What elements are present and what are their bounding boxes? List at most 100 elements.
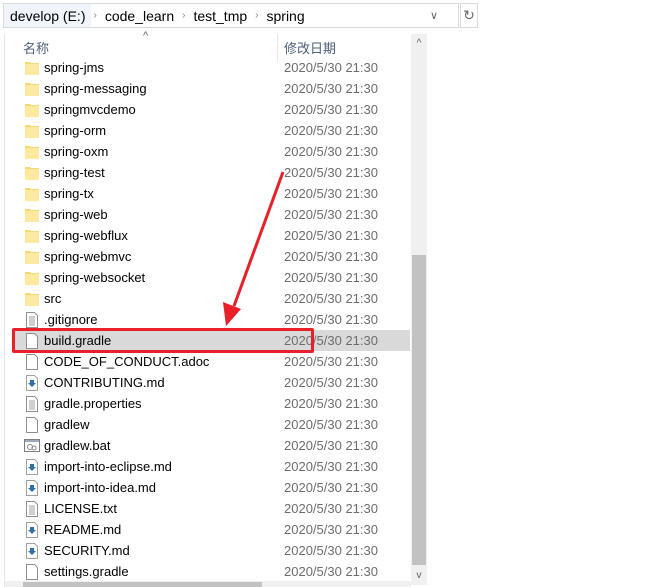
file-date: 2020/5/30 21:30: [284, 81, 378, 96]
file-row[interactable]: README.md 2020/5/30 21:30: [15, 519, 410, 540]
file-name: spring-web: [44, 207, 108, 222]
file-name: spring-webflux: [44, 228, 128, 243]
file-date: 2020/5/30 21:30: [284, 417, 378, 432]
file-name: gradlew.bat: [44, 438, 111, 453]
file-row[interactable]: import-into-eclipse.md 2020/5/30 21:30: [15, 456, 410, 477]
chevron-down-icon[interactable]: ∨: [430, 9, 438, 22]
refresh-button[interactable]: ↻: [460, 3, 478, 28]
breadcrumb-test-tmp[interactable]: test_tmp: [187, 4, 253, 27]
folder-icon: [24, 80, 40, 97]
file-md-icon: [24, 374, 40, 391]
file-row[interactable]: springmvcdemo 2020/5/30 21:30: [15, 99, 410, 120]
file-date: 2020/5/30 21:30: [284, 543, 378, 558]
highlight-box: [12, 328, 314, 353]
file-name: SECURITY.md: [44, 543, 130, 558]
folder-icon: [24, 206, 40, 223]
file-md-icon: [24, 542, 40, 559]
file-text-icon: [24, 311, 40, 328]
file-name: .gitignore: [44, 312, 98, 327]
file-row[interactable]: CONTRIBUTING.md 2020/5/30 21:30: [15, 372, 410, 393]
file-md-icon: [24, 458, 40, 475]
file-row[interactable]: spring-websocket 2020/5/30 21:30: [15, 267, 410, 288]
file-row[interactable]: gradle.properties 2020/5/30 21:30: [15, 393, 410, 414]
chevron-right-icon[interactable]: ›: [91, 10, 98, 21]
file-date: 2020/5/30 21:30: [284, 438, 378, 453]
file-row[interactable]: gradlew.bat 2020/5/30 21:30: [15, 435, 410, 456]
file-date: 2020/5/30 21:30: [284, 375, 378, 390]
file-row[interactable]: settings.gradle 2020/5/30 21:30: [15, 561, 410, 582]
file-name: spring-webmvc: [44, 249, 132, 264]
file-text-icon: [24, 500, 40, 517]
file-name: gradle.properties: [44, 396, 142, 411]
file-date: 2020/5/30 21:30: [284, 186, 378, 201]
file-date: 2020/5/30 21:30: [284, 207, 378, 222]
file-name: settings.gradle: [44, 564, 129, 579]
file-row[interactable]: spring-oxm 2020/5/30 21:30: [15, 141, 410, 162]
file-row[interactable]: .gitignore 2020/5/30 21:30: [15, 309, 410, 330]
file-md-icon: [24, 521, 40, 538]
file-date: 2020/5/30 21:30: [284, 249, 378, 264]
file-row[interactable]: spring-webmvc 2020/5/30 21:30: [15, 246, 410, 267]
file-date: 2020/5/30 21:30: [284, 102, 378, 117]
breadcrumb-code-learn[interactable]: code_learn: [99, 4, 180, 27]
pane-divider: [4, 34, 5, 587]
file-row[interactable]: spring-tx 2020/5/30 21:30: [15, 183, 410, 204]
file-name: spring-tx: [44, 186, 94, 201]
folder-icon: [24, 227, 40, 244]
breadcrumb-spring[interactable]: spring: [261, 4, 311, 27]
file-name: spring-orm: [44, 123, 107, 138]
file-date: 2020/5/30 21:30: [284, 564, 378, 579]
file-row[interactable]: SECURITY.md 2020/5/30 21:30: [15, 540, 410, 561]
file-blank-icon: [24, 563, 40, 580]
column-header-date[interactable]: 修改日期: [284, 38, 336, 57]
file-name: LICENSE.txt: [44, 501, 117, 516]
chevron-right-icon[interactable]: ›: [180, 10, 187, 21]
file-date: 2020/5/30 21:30: [284, 60, 378, 75]
file-row[interactable]: CODE_OF_CONDUCT.adoc 2020/5/30 21:30: [15, 351, 410, 372]
file-row[interactable]: spring-orm 2020/5/30 21:30: [15, 120, 410, 141]
file-row[interactable]: spring-web 2020/5/30 21:30: [15, 204, 410, 225]
file-row[interactable]: import-into-idea.md 2020/5/30 21:30: [15, 477, 410, 498]
file-row[interactable]: LICENSE.txt 2020/5/30 21:30: [15, 498, 410, 519]
file-name: spring-test: [44, 165, 105, 180]
file-date: 2020/5/30 21:30: [284, 165, 378, 180]
folder-icon: [24, 248, 40, 265]
sort-ascending-icon: ^: [143, 30, 149, 42]
file-row[interactable]: spring-webflux 2020/5/30 21:30: [15, 225, 410, 246]
file-date: 2020/5/30 21:30: [284, 459, 378, 474]
file-blank-icon: [24, 416, 40, 433]
file-text-icon: [24, 395, 40, 412]
column-header-name[interactable]: 名称: [23, 38, 49, 57]
file-row[interactable]: gradlew 2020/5/30 21:30: [15, 414, 410, 435]
file-row[interactable]: src 2020/5/30 21:30: [15, 288, 410, 309]
chevron-right-icon[interactable]: ›: [253, 10, 260, 21]
file-name: CONTRIBUTING.md: [44, 375, 165, 390]
folder-icon: [24, 143, 40, 160]
folder-icon: [24, 122, 40, 139]
file-name: import-into-idea.md: [44, 480, 156, 495]
file-date: 2020/5/30 21:30: [284, 396, 378, 411]
file-row[interactable]: spring-messaging 2020/5/30 21:30: [15, 78, 410, 99]
file-name: spring-jms: [44, 60, 104, 75]
file-date: 2020/5/30 21:30: [284, 228, 378, 243]
file-date: 2020/5/30 21:30: [284, 501, 378, 516]
file-name: import-into-eclipse.md: [44, 459, 172, 474]
horizontal-scroll-thumb[interactable]: [23, 582, 262, 587]
file-row[interactable]: spring-test 2020/5/30 21:30: [15, 162, 410, 183]
file-date: 2020/5/30 21:30: [284, 144, 378, 159]
file-row[interactable]: spring-jms 2020/5/30 21:30: [15, 57, 410, 78]
scroll-up-icon[interactable]: ^: [411, 38, 427, 49]
scroll-down-icon[interactable]: v: [411, 570, 427, 581]
file-name: README.md: [44, 522, 122, 537]
file-date: 2020/5/30 21:30: [284, 480, 378, 495]
breadcrumb-drive[interactable]: develop (E:): [4, 4, 92, 27]
address-bar[interactable]: develop (E:) › code_learn › test_tmp › s…: [3, 3, 459, 28]
file-blank-icon: [24, 353, 40, 370]
file-name: springmvcdemo: [44, 102, 136, 117]
file-name: spring-messaging: [44, 81, 147, 96]
vertical-scroll-thumb[interactable]: [412, 255, 426, 565]
file-md-icon: [24, 479, 40, 496]
file-name: spring-oxm: [44, 144, 109, 159]
folder-icon: [24, 101, 40, 118]
file-date: 2020/5/30 21:30: [284, 312, 378, 327]
